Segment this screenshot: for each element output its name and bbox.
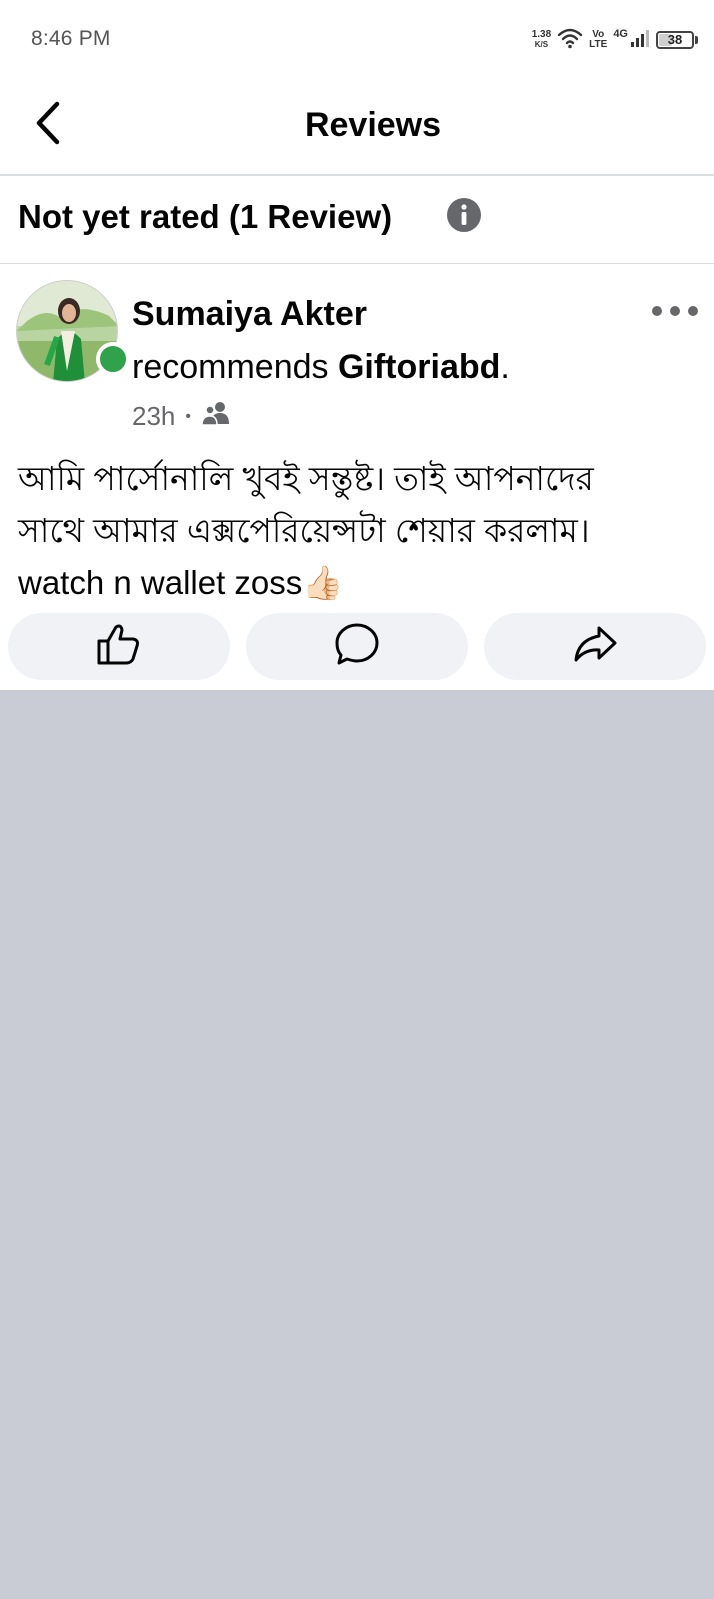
review-text-line: watch n wallet zoss👍🏻 bbox=[18, 557, 698, 609]
battery-icon: 38 bbox=[656, 31, 698, 49]
post-meta: 23h • bbox=[132, 400, 231, 433]
review-text-line: সাথে আমার এক্সপেরিয়েন্সটা শেয়ার করলাম। bbox=[18, 512, 590, 549]
page-name-suffix: . bbox=[500, 348, 510, 386]
comment-button[interactable] bbox=[246, 613, 468, 680]
battery-level: 38 bbox=[667, 32, 683, 47]
top-app-bar: Reviews bbox=[0, 80, 714, 176]
friends-icon[interactable] bbox=[201, 400, 231, 433]
thumbs-up-icon bbox=[95, 622, 143, 671]
reviews-page: 8:46 PM 1.38 K/S Vo LTE 4G 38 Reviews No… bbox=[0, 0, 714, 1599]
rating-summary: Not yet rated (1 Review) bbox=[18, 198, 393, 235]
post-actions bbox=[8, 613, 706, 680]
author-name[interactable]: Sumaiya Akter bbox=[132, 295, 367, 334]
thumbs-up-emoji: 👍🏻 bbox=[302, 564, 344, 601]
network-speed: 1.38 K/S bbox=[532, 30, 551, 50]
network-speed-unit: K/S bbox=[534, 40, 549, 49]
signal-icon bbox=[630, 28, 650, 53]
more-options-button[interactable] bbox=[648, 301, 702, 321]
network-speed-value: 1.38 bbox=[531, 29, 552, 40]
more-dot bbox=[670, 306, 680, 316]
more-dot bbox=[688, 306, 698, 316]
page-name-link[interactable]: Giftoriabd bbox=[338, 348, 500, 386]
page-title: Reviews bbox=[304, 106, 442, 144]
info-icon[interactable] bbox=[446, 197, 482, 233]
status-icons: 1.38 K/S Vo LTE 4G 38 bbox=[532, 24, 698, 56]
online-status-dot bbox=[96, 342, 130, 376]
avatar-wrapper[interactable] bbox=[16, 280, 130, 382]
network-generation: 4G bbox=[613, 28, 628, 40]
review-text-latin: watch n wallet zoss bbox=[18, 564, 303, 601]
review-text: আমি পার্সোনালি খুবই সন্তুষ্ট। তাই আপনাদে… bbox=[18, 453, 698, 609]
volte-indicator: Vo LTE bbox=[589, 30, 607, 50]
comment-icon bbox=[333, 621, 381, 672]
share-icon bbox=[571, 622, 619, 671]
wifi-icon bbox=[557, 27, 583, 54]
like-button[interactable] bbox=[8, 613, 230, 680]
recommend-action: recommends bbox=[132, 348, 329, 386]
post-time[interactable]: 23h bbox=[132, 401, 175, 432]
review-text-line: আমি পার্সোনালি খুবই সন্তুষ্ট। তাই আপনাদে… bbox=[18, 460, 594, 497]
recommend-line: recommends Giftoriabd. bbox=[132, 348, 510, 387]
status-time: 8:46 PM bbox=[31, 27, 111, 50]
meta-separator: • bbox=[185, 407, 191, 425]
volte-bottom: LTE bbox=[589, 39, 608, 50]
review-post: Sumaiya Akter recommends Giftoriabd. 23h… bbox=[0, 265, 714, 690]
share-button[interactable] bbox=[484, 613, 706, 680]
status-bar: 8:46 PM 1.38 K/S Vo LTE 4G 38 bbox=[0, 0, 714, 80]
more-dot bbox=[652, 306, 662, 316]
rating-summary-row: Not yet rated (1 Review) bbox=[0, 176, 714, 264]
empty-area bbox=[0, 690, 714, 1599]
